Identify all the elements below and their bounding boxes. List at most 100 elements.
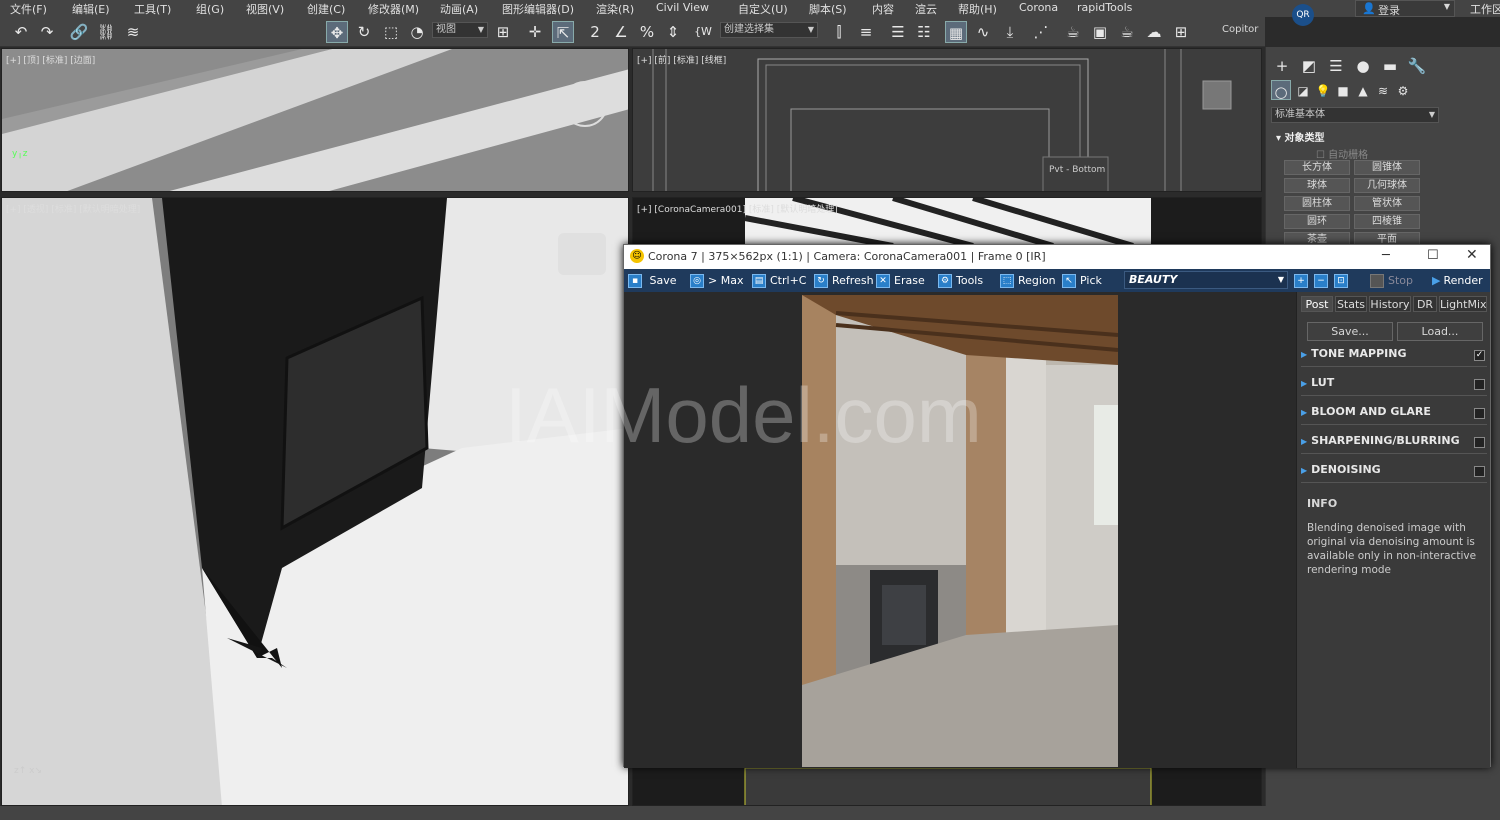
named-selection-set-select[interactable]: 创建选择集 ▼ [720, 22, 818, 38]
render-production-icon[interactable]: ☕ [1116, 21, 1138, 43]
bind-spacewarp-icon[interactable]: ≋ [122, 21, 144, 43]
placement-icon[interactable]: ◔ [406, 21, 428, 43]
grid-tools-icon[interactable]: ⊞ [1170, 21, 1192, 43]
refresh-button[interactable]: ↻ Refresh [814, 272, 874, 289]
undo-icon[interactable]: ↶ [10, 21, 32, 43]
box-button[interactable]: 长方体 [1284, 160, 1350, 175]
denoising-checkbox[interactable] [1474, 466, 1485, 477]
viewport-perspective-label[interactable]: [+] [透视] [标准] [默认明暗处理] [6, 202, 140, 215]
menu-animation[interactable]: 动画(A) [440, 1, 478, 17]
select-manipulate-icon[interactable]: ✛ [524, 21, 546, 43]
zoom-in-button[interactable]: + [1294, 272, 1312, 289]
menu-customize[interactable]: 自定义(U) [738, 1, 788, 17]
render-pass-select[interactable]: BEAUTY ▼ [1124, 271, 1288, 289]
shapes-icon[interactable]: ◪ [1293, 80, 1313, 100]
save-button[interactable]: ▪ Save [628, 272, 677, 289]
bloom-glare-checkbox[interactable] [1474, 408, 1485, 419]
render-canvas-area[interactable] [624, 292, 1296, 768]
modify-tab-icon[interactable]: ◩ [1298, 55, 1320, 77]
stop-button[interactable]: Stop [1370, 272, 1413, 289]
tools-button[interactable]: ⚙ Tools [938, 272, 983, 289]
tube-button[interactable]: 管状体 [1354, 196, 1420, 211]
pivot-center-icon[interactable]: ⊞ [492, 21, 514, 43]
corona-title-bar[interactable]: ☺ Corona 7 | 375×562px (1:1) | Camera: C… [624, 245, 1490, 269]
schematic-view-icon[interactable]: ⤓ [999, 21, 1021, 43]
torus-button[interactable]: 圆环 [1284, 214, 1350, 229]
object-type-rollout-title[interactable]: ▾ 对象类型 [1276, 129, 1325, 144]
cone-button[interactable]: 圆锥体 [1354, 160, 1420, 175]
load-settings-button[interactable]: Load... [1397, 322, 1483, 341]
menu-file[interactable]: 文件(F) [10, 1, 47, 17]
sphere-button[interactable]: 球体 [1284, 178, 1350, 193]
qr-icon[interactable]: QR [1292, 4, 1314, 26]
keyboard-shortcut-icon[interactable]: ⇱ [552, 21, 574, 43]
section-lut[interactable]: ▶ LUT [1301, 376, 1487, 396]
layer-explorer-icon[interactable]: ☷ [913, 21, 935, 43]
menu-rendering[interactable]: 渲染(R) [596, 1, 634, 17]
helpers-icon[interactable]: ▲ [1353, 80, 1373, 100]
minimize-icon[interactable]: ─ [1382, 248, 1390, 263]
render-cloud-icon[interactable]: ☁ [1143, 21, 1165, 43]
viewport-front-label[interactable]: [+] [前] [标准] [线框] [637, 53, 726, 66]
zoom-fit-button[interactable]: ⊡ [1334, 272, 1352, 289]
tone-mapping-checkbox[interactable]: ✓ [1474, 350, 1485, 361]
render-button[interactable]: ▶ Render [1432, 272, 1483, 289]
copitor-button[interactable]: Copitor [1222, 24, 1258, 35]
login-select[interactable]: 👤 登录 ▼ [1355, 0, 1455, 17]
viewport-front[interactable]: [+] [前] [标准] [线框] Pvt - Bottom [632, 48, 1262, 192]
region-button[interactable]: ⬚ Region [1000, 272, 1056, 289]
workspace-label[interactable]: 工作区 [1470, 1, 1500, 17]
pick-button[interactable]: ↖ Pick [1062, 272, 1102, 289]
utilities-tab-icon[interactable]: 🔧 [1406, 55, 1428, 77]
section-sharpening-blurring[interactable]: ▶ SHARPENING/BLURRING [1301, 434, 1487, 454]
tab-post[interactable]: Post [1301, 296, 1333, 312]
spinner-snap-icon[interactable]: ⇕ [662, 21, 684, 43]
menu-help[interactable]: 帮助(H) [958, 1, 997, 17]
erase-button[interactable]: ✕ Erase [876, 272, 925, 289]
menu-view[interactable]: 视图(V) [246, 1, 284, 17]
close-icon[interactable]: ✕ [1466, 247, 1478, 263]
cameras-icon[interactable]: ■ [1333, 80, 1353, 100]
menu-group[interactable]: 组(G) [196, 1, 224, 17]
menu-rapidtools[interactable]: rapidTools [1077, 1, 1132, 14]
angle-snap-icon[interactable]: ∠ [610, 21, 632, 43]
autogrid-checkbox[interactable]: ☐ 自动栅格 [1316, 146, 1368, 161]
display-tab-icon[interactable]: ▬ [1379, 55, 1401, 77]
scene-explorer-icon[interactable]: ☰ [887, 21, 909, 43]
ribbon-toggle-icon[interactable]: ▦ [945, 21, 967, 43]
menu-modifiers[interactable]: 修改器(M) [368, 1, 419, 17]
select-move-icon[interactable]: ✥ [326, 21, 348, 43]
edit-named-sets-icon[interactable]: {W [692, 21, 714, 43]
section-tone-mapping[interactable]: ▶ TONE MAPPING ✓ [1301, 347, 1487, 367]
tab-stats[interactable]: Stats [1335, 296, 1367, 312]
render-setup-icon[interactable]: ☕ [1062, 21, 1084, 43]
viewport-perspective[interactable]: [+] [透视] [标准] [默认明暗处理] z↑ x↘ [1, 197, 629, 806]
lights-icon[interactable]: 💡 [1313, 80, 1333, 100]
create-tab-icon[interactable]: + [1271, 55, 1293, 77]
viewport-top-label[interactable]: [+] [顶] [标准] [边面] [6, 53, 95, 66]
hierarchy-tab-icon[interactable]: ☰ [1325, 55, 1347, 77]
tab-lightmix[interactable]: LightMix [1439, 296, 1487, 312]
redo-icon[interactable]: ↷ [36, 21, 58, 43]
systems-icon[interactable]: ⚙ [1393, 80, 1413, 100]
reference-coord-select[interactable]: 视图 ▼ [432, 22, 488, 38]
menu-renyun[interactable]: 渲云 [915, 1, 937, 17]
snaps-toggle-icon[interactable]: 2 [584, 21, 606, 43]
maximize-icon[interactable]: ☐ [1427, 248, 1439, 263]
rendered-frame-window-icon[interactable]: ▣ [1089, 21, 1111, 43]
tab-history[interactable]: History [1369, 296, 1411, 312]
percent-snap-icon[interactable]: % [636, 21, 658, 43]
copy-button[interactable]: ▤ Ctrl+C [752, 272, 806, 289]
lut-checkbox[interactable] [1474, 379, 1485, 390]
menu-edit[interactable]: 编辑(E) [72, 1, 110, 17]
viewport-camera-label[interactable]: [+] [CoronaCamera001] [标准] [默认明暗处理] [637, 202, 838, 215]
scale-icon[interactable]: ⬚ [380, 21, 402, 43]
mirror-icon[interactable]: ⫿ [828, 21, 850, 43]
rotate-icon[interactable]: ↻ [353, 21, 375, 43]
sharpening-blurring-checkbox[interactable] [1474, 437, 1485, 448]
geometry-icon[interactable]: ○ [1271, 80, 1291, 101]
motion-tab-icon[interactable]: ● [1352, 55, 1374, 77]
menu-content[interactable]: 内容 [872, 1, 894, 17]
menu-corona[interactable]: Corona [1019, 1, 1058, 14]
geosphere-button[interactable]: 几何球体 [1354, 178, 1420, 193]
